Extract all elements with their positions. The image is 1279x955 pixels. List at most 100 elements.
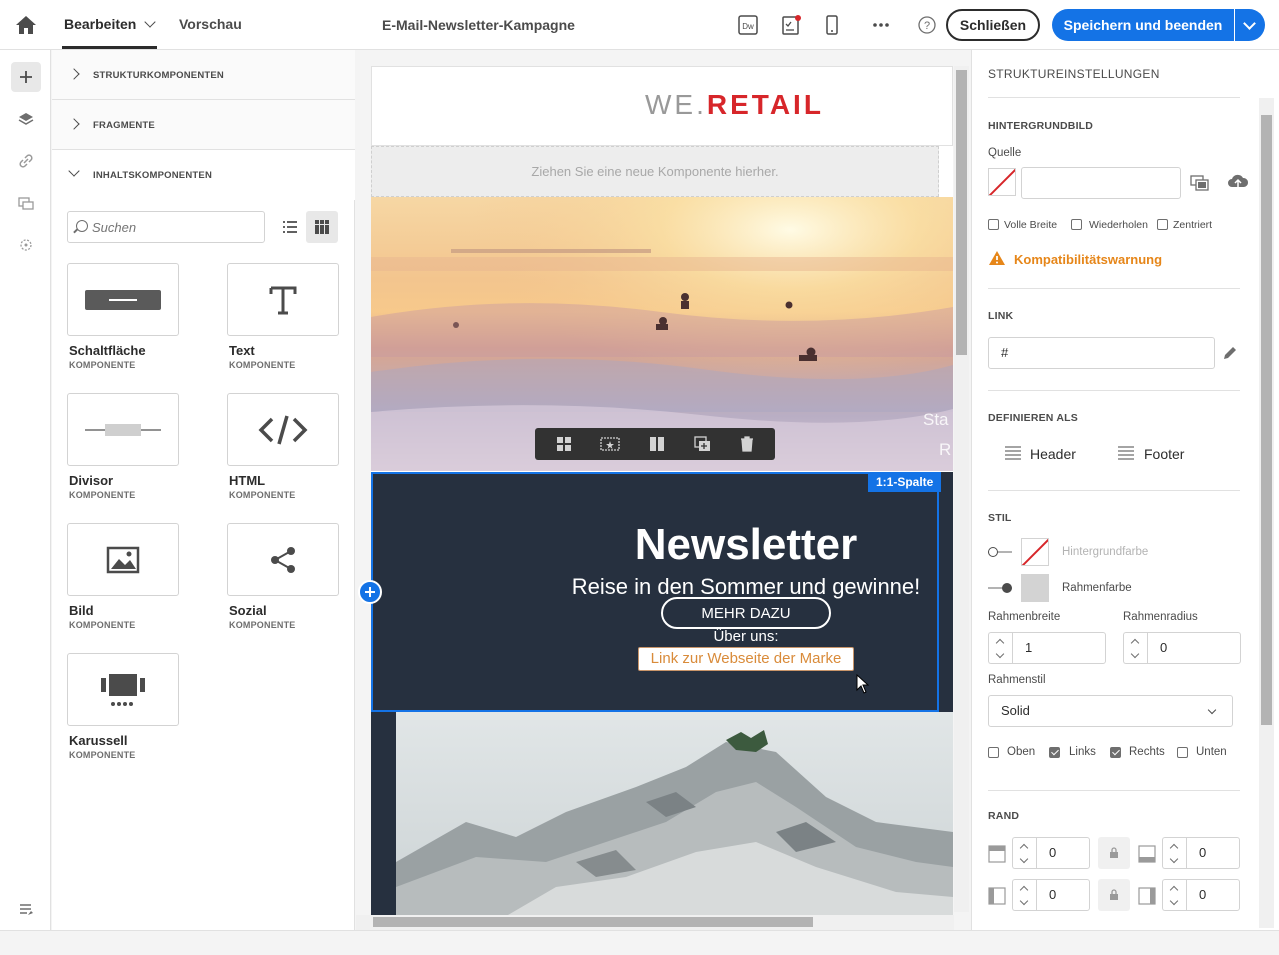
repeat-checkbox[interactable] (1071, 219, 1082, 230)
component-tile-carousel[interactable] (67, 653, 179, 726)
chevron-down-icon[interactable] (144, 16, 156, 28)
chevron-down-icon (68, 165, 80, 177)
component-tile-html[interactable] (227, 393, 339, 466)
more-button[interactable]: MEHR DAZU (661, 597, 831, 629)
home-icon[interactable] (14, 14, 38, 36)
margin-bottom-stepper[interactable] (1162, 837, 1186, 869)
section-heading: LINK (988, 310, 1014, 322)
border-width-field[interactable]: 1 (1012, 632, 1106, 664)
save-options-dropdown[interactable] (1235, 9, 1265, 41)
border-right-checkbox[interactable] (1110, 747, 1121, 758)
full-width-checkbox[interactable] (988, 219, 999, 230)
border-color-toggle[interactable] (988, 583, 1012, 593)
bg-color-toggle[interactable] (988, 547, 1012, 557)
rocky-mountain-image (396, 712, 953, 916)
checklist-icon[interactable] (780, 14, 802, 36)
border-width-stepper[interactable] (988, 632, 1012, 664)
drop-zone[interactable]: Ziehen Sie eine neue Komponente hierher. (371, 146, 939, 197)
component-tile-text[interactable] (227, 263, 339, 336)
bg-color-swatch[interactable] (1021, 538, 1049, 566)
plus-icon (20, 71, 32, 83)
duplicate-icon[interactable] (693, 436, 712, 452)
centered-checkbox[interactable] (1157, 219, 1168, 230)
image-source-field[interactable] (1021, 167, 1181, 199)
accordion-structure-components[interactable]: STRUKTURKOMPONENTEN (52, 50, 355, 100)
footer-layout-icon (1118, 446, 1134, 460)
tab-preview[interactable]: Vorschau (179, 16, 242, 32)
accordion-content-components[interactable]: INHALTSKOMPONENTEN (52, 150, 355, 200)
margin-right-stepper[interactable] (1162, 879, 1186, 911)
dreamweaver-icon[interactable]: Dw (737, 14, 759, 36)
about-text[interactable]: Über uns: (611, 628, 881, 645)
margin-lock-button[interactable] (1098, 879, 1130, 911)
move-handle-icon[interactable] (358, 580, 382, 604)
border-top-checkbox[interactable] (988, 747, 999, 758)
save-and-close-button[interactable]: Speichern und beenden (1052, 9, 1234, 41)
columns-icon[interactable] (648, 436, 666, 452)
no-image-swatch[interactable] (988, 168, 1016, 196)
tile-name: Bild (69, 603, 94, 618)
newsletter-title[interactable]: Newsletter (561, 520, 931, 570)
mobile-preview-icon[interactable] (821, 14, 843, 36)
border-bottom-checkbox[interactable] (1177, 747, 1188, 758)
more-options-icon[interactable] (870, 14, 892, 36)
margin-bottom-field[interactable]: 0 (1186, 837, 1240, 869)
component-tile-image[interactable] (67, 523, 179, 596)
canvas-vertical-scroll-thumb[interactable] (956, 70, 967, 355)
border-radius-field[interactable]: 0 (1147, 632, 1241, 664)
settings-scroll-thumb[interactable] (1261, 115, 1272, 725)
border-style-select[interactable]: Solid (988, 695, 1233, 727)
background-image-icon[interactable] (600, 436, 621, 452)
margin-top-stepper[interactable] (1012, 837, 1036, 869)
tab-edit[interactable]: Bearbeiten (64, 16, 136, 32)
hero-overlay-text: Sta (923, 410, 949, 429)
margin-right-field[interactable]: 0 (1186, 879, 1240, 911)
dw-label: Dw (742, 22, 754, 31)
component-tile-social[interactable] (227, 523, 339, 596)
upload-cloud-icon[interactable] (1227, 173, 1249, 191)
margin-left-field[interactable]: 0 (1036, 879, 1090, 911)
margin-left-stepper[interactable] (1012, 879, 1036, 911)
border-color-swatch[interactable] (1021, 574, 1049, 602)
settings-panel: STRUKTUREINSTELLUNGEN HINTERGRUNDBILD Qu… (971, 50, 1279, 930)
structure-icon[interactable] (555, 436, 573, 452)
personalization-button[interactable] (11, 230, 41, 260)
edit-pencil-icon[interactable] (1222, 345, 1238, 361)
define-as-footer-button[interactable]: Footer (1144, 446, 1184, 462)
border-left-checkbox[interactable] (1049, 747, 1060, 758)
mouse-cursor-icon (856, 674, 870, 694)
accordion-label: FRAGMENTE (93, 120, 155, 131)
assets-button[interactable] (11, 188, 41, 218)
close-button[interactable]: Schließen (946, 9, 1040, 41)
accordion-fragments[interactable]: FRAGMENTE (52, 100, 355, 150)
section-heading: RAND (988, 810, 1020, 822)
compatibility-warning-link[interactable]: Kompatibilitätswarnung (1014, 252, 1162, 267)
logo-section[interactable]: WE.RETAIL (371, 66, 953, 146)
brand-website-link[interactable]: Link zur Webseite der Marke (638, 647, 854, 671)
trash-icon[interactable] (739, 436, 755, 452)
target-icon (20, 239, 32, 251)
define-as-header-button[interactable]: Header (1030, 446, 1076, 462)
asset-picker-icon[interactable] (1190, 174, 1210, 192)
help-icon[interactable]: ? (916, 14, 938, 36)
checkbox-label: Volle Breite (1004, 219, 1058, 231)
grid-view-button[interactable] (306, 211, 338, 243)
component-tile-divider[interactable] (67, 393, 179, 466)
border-radius-stepper[interactable] (1123, 632, 1147, 664)
canvas-horizontal-scroll-thumb[interactable] (373, 917, 813, 927)
links-button[interactable] (11, 146, 41, 176)
component-search-input[interactable] (67, 211, 265, 243)
add-components-button[interactable] (11, 62, 41, 92)
style-settings-button[interactable] (11, 895, 41, 925)
component-tile-button[interactable] (67, 263, 179, 336)
margin-lock-button[interactable] (1098, 837, 1130, 869)
tile-subtitle: KOMPONENTE (69, 490, 136, 500)
tile-subtitle: KOMPONENTE (229, 620, 296, 630)
layers-button[interactable] (11, 104, 41, 134)
mountain-image[interactable] (396, 712, 953, 916)
grid-icon (315, 220, 329, 234)
border-color-label: Rahmenfarbe (1062, 582, 1132, 594)
margin-top-field[interactable]: 0 (1036, 837, 1090, 869)
link-field[interactable]: # (988, 337, 1215, 369)
list-view-button[interactable] (274, 211, 306, 243)
